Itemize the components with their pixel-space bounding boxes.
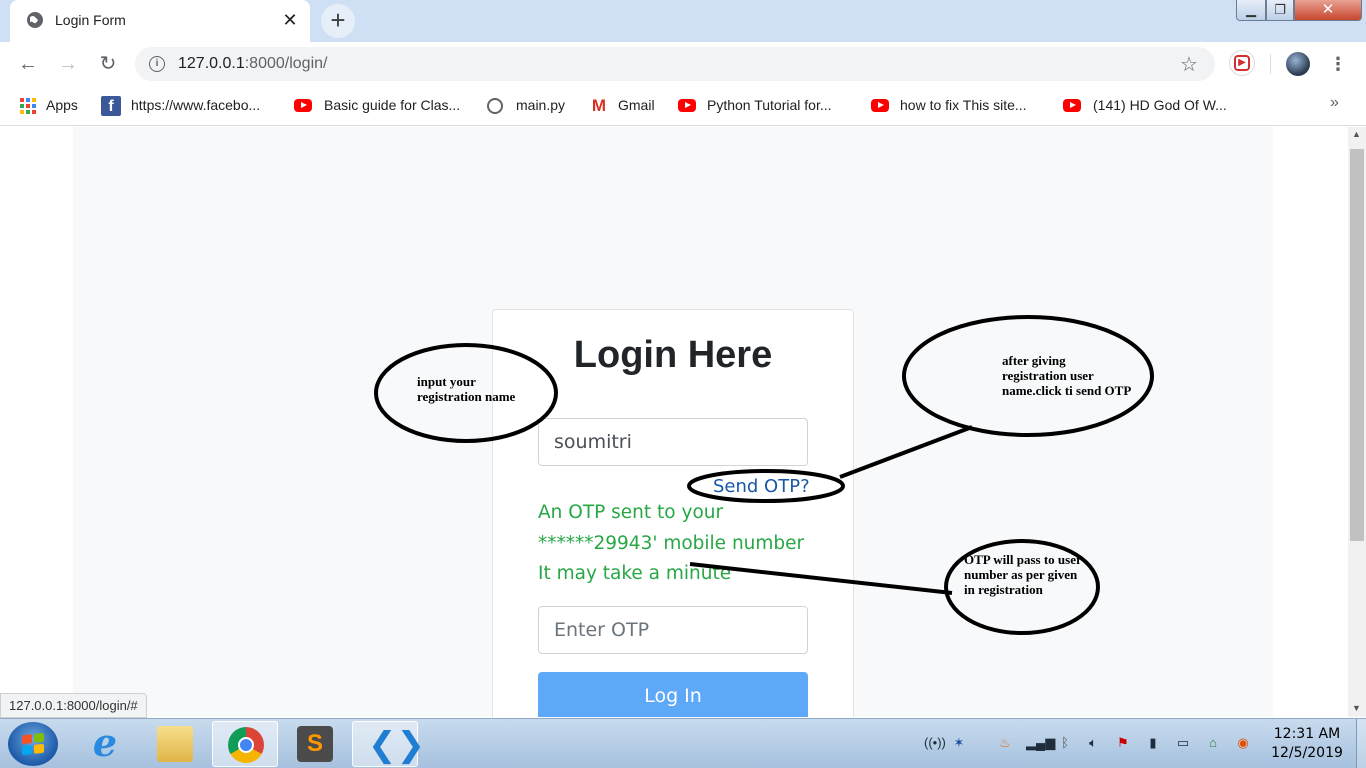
annotation-otp-note: OTP will pass to user number as per give…	[964, 552, 1082, 597]
bookmark-label: Gmail	[618, 97, 655, 113]
browser-toolbar: ← → ↻ i 127.0.0.1:8000/login/ ☆	[0, 42, 1366, 86]
signal-strength-icon[interactable]: ▂▄▆	[1026, 735, 1055, 751]
bookmark-label: Basic guide for Clas...	[324, 97, 461, 113]
youtube-icon	[1063, 99, 1081, 112]
scroll-thumb[interactable]	[1350, 149, 1364, 541]
browser-tab[interactable]: Login Form ✕	[10, 0, 310, 42]
system-tray: ((•)) ✶ ♨ ▂▄▆ ᛒ 🔈︎ ⚑ ▮ ▭ ⌂ ◉	[918, 719, 1258, 767]
restore-icon: ❐	[1274, 2, 1286, 17]
taskbar-vscode[interactable]: ❮❯	[352, 721, 425, 767]
safely-remove-icon[interactable]: ⌂	[1204, 735, 1222, 751]
back-button[interactable]: ←	[14, 50, 42, 78]
info-icon[interactable]: i	[149, 56, 165, 72]
otp-sent-message: An OTP sent to your ******29943' mobile …	[538, 502, 805, 584]
sublime-text-icon: S	[297, 726, 333, 762]
taskbar-chrome[interactable]	[212, 721, 278, 767]
taskbar-file-explorer[interactable]	[142, 721, 208, 767]
clock-date: 12/5/2019	[1271, 745, 1343, 761]
taskbar-sublime-text[interactable]: S	[282, 721, 348, 767]
network-antenna-icon[interactable]: ((•))	[924, 735, 946, 751]
action-center-icon[interactable]: ⚑	[1114, 735, 1132, 751]
restore-button[interactable]: ❐	[1266, 0, 1294, 21]
forward-button[interactable]: →	[54, 50, 82, 78]
title-bar: Login Form ✕ + ▁ ❐ ✕	[0, 0, 1366, 42]
youtube-icon	[294, 99, 312, 112]
page-scrollbar[interactable]: ▲ ▼	[1348, 127, 1366, 717]
login-card: Login Here soumitri Send OTP? An OTP sen…	[492, 309, 854, 717]
app-tray-icon[interactable]: ◉	[1234, 735, 1252, 751]
globe-icon	[27, 12, 43, 28]
gmail-icon: M	[591, 96, 607, 115]
bookmarks-overflow-icon[interactable]: »	[1330, 94, 1339, 112]
windows-logo-icon	[22, 732, 44, 756]
windows-taskbar: e S ❮❯ ((•)) ✶ ♨ ▂▄▆ ᛒ 🔈︎ ⚑ ▮ ▭ ⌂ ◉ 12:3…	[0, 718, 1366, 768]
bluetooth-transfer-icon[interactable]: ✶	[950, 735, 968, 751]
new-tab-button[interactable]: +	[321, 4, 355, 38]
url-path: :8000/login/	[244, 55, 328, 72]
bookmarks-bar: Apps f https://www.facebo... Basic guide…	[0, 86, 1366, 126]
annotation-send-otp-note: after giving registration user name.clic…	[1002, 353, 1132, 398]
bluetooth-icon[interactable]: ᛒ	[1056, 735, 1074, 751]
power-icon[interactable]: ▮	[1144, 735, 1162, 751]
java-icon[interactable]: ♨	[996, 735, 1014, 751]
folder-icon	[157, 726, 193, 762]
youtube-icon	[678, 99, 696, 112]
annotation-username-note: input your registration name	[417, 374, 516, 404]
apps-icon	[18, 96, 38, 116]
bookmark-label: Python Tutorial for...	[707, 97, 832, 113]
profile-avatar[interactable]	[1286, 52, 1310, 76]
scroll-up-icon[interactable]: ▲	[1352, 129, 1361, 139]
vscode-icon: ❮❯	[368, 726, 425, 764]
display-icon[interactable]: ▭	[1174, 735, 1192, 751]
menu-kebab-icon[interactable]: ⋮	[1328, 52, 1348, 76]
show-desktop-button[interactable]	[1356, 719, 1366, 768]
otp-input[interactable]: Enter OTP	[538, 606, 808, 654]
page-viewport: Login Here soumitri Send OTP? An OTP sen…	[0, 127, 1348, 717]
clock-time: 12:31 AM	[1273, 726, 1341, 742]
globe-icon	[487, 98, 503, 114]
page-title: Login Here	[573, 334, 773, 376]
youtube-icon	[871, 99, 889, 112]
start-button[interactable]	[8, 722, 58, 766]
minimize-icon: ▁	[1246, 2, 1256, 17]
toolbar-divider	[1270, 54, 1271, 74]
extension-button[interactable]: ▶	[1229, 50, 1255, 76]
address-bar[interactable]: i 127.0.0.1:8000/login/ ☆	[135, 47, 1215, 81]
minimize-button[interactable]: ▁	[1236, 0, 1266, 21]
taskbar-clock[interactable]: 12:31 AM 12/5/2019	[1262, 725, 1352, 763]
url-host: 127.0.0.1	[178, 55, 245, 72]
login-button[interactable]: Log In	[538, 672, 808, 717]
status-bar-url: 127.0.0.1:8000/login/#	[0, 693, 147, 718]
bookmark-star-icon[interactable]: ☆	[1180, 52, 1198, 77]
extension-icon: ▶	[1234, 55, 1250, 71]
reload-button[interactable]: ↻	[94, 50, 122, 78]
window-controls: ▁ ❐ ✕	[1236, 0, 1362, 22]
close-icon: ✕	[1321, 1, 1335, 18]
tab-title: Login Form	[55, 12, 126, 28]
bookmark-label: Apps	[46, 97, 78, 113]
internet-explorer-icon: e	[92, 720, 118, 765]
taskbar-internet-explorer[interactable]: e	[72, 721, 138, 767]
url-text[interactable]: 127.0.0.1:8000/login/	[178, 55, 327, 73]
bookmark-label: main.py	[516, 97, 566, 113]
send-otp-link[interactable]: Send OTP?	[713, 476, 810, 497]
facebook-icon: f	[101, 96, 121, 116]
tab-close-icon[interactable]: ✕	[280, 9, 300, 31]
volume-icon[interactable]: 🔈︎	[1084, 735, 1102, 751]
scroll-down-icon[interactable]: ▼	[1352, 703, 1361, 713]
close-window-button[interactable]: ✕	[1294, 0, 1362, 21]
bookmark-label: https://www.facebo...	[131, 97, 261, 113]
username-input[interactable]: soumitri	[538, 418, 808, 466]
bookmark-label: how to fix This site...	[900, 97, 1027, 113]
chrome-icon	[228, 727, 264, 763]
bookmark-label: (141) HD God Of W...	[1093, 97, 1227, 113]
